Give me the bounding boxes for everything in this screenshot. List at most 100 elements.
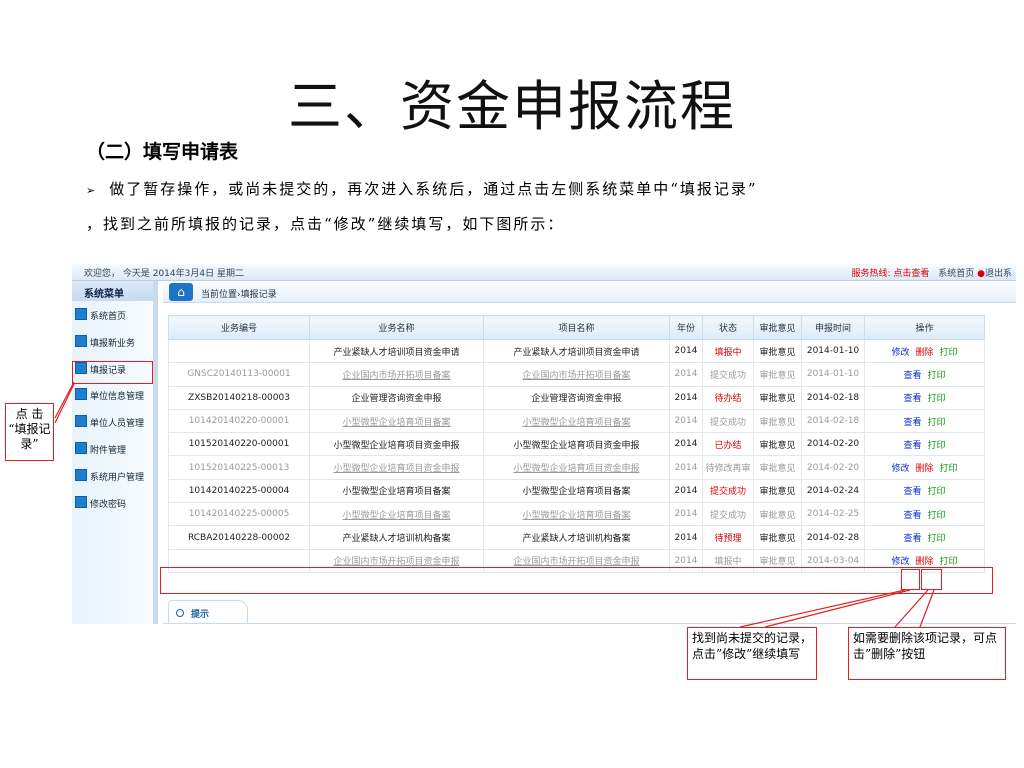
sidebar-item[interactable]: 系统用户管理 bbox=[72, 462, 153, 489]
view-link[interactable]: 查看 bbox=[903, 371, 921, 381]
callout-edit-note: 找到尚未提交的记录，点击”修改”继续填写 bbox=[687, 627, 817, 680]
cell-actions: 查看 打印 bbox=[864, 362, 985, 387]
cell-project: 小型微型企业培育项目备案 bbox=[483, 478, 670, 504]
cell-name: 企业管理咨询资金申报 bbox=[309, 385, 484, 410]
menu-square-icon bbox=[75, 388, 87, 401]
home-icon[interactable]: ⌂ bbox=[169, 283, 193, 301]
breadcrumb: 当前位置›填报记录 bbox=[201, 290, 277, 300]
highlight-edit bbox=[901, 569, 920, 590]
cell-opinion[interactable]: 审批意见 bbox=[753, 338, 802, 364]
print-link[interactable]: 打印 bbox=[940, 464, 958, 474]
cell-date: 2014-02-20 bbox=[801, 432, 865, 457]
menu-square-icon bbox=[75, 495, 87, 508]
sidebar-item[interactable]: 修改密码 bbox=[72, 489, 153, 516]
table-row: GNSC20140113-00001 企业国内市场开拓项目备案 企业国内市场开拓项目… bbox=[168, 362, 985, 387]
delete-link[interactable]: 删除 bbox=[915, 348, 933, 358]
column-header: 项目名称 bbox=[483, 315, 670, 340]
delete-link[interactable]: 删除 bbox=[915, 557, 933, 567]
cell-opinion[interactable]: 审批意见 bbox=[753, 385, 802, 410]
print-link[interactable]: 打印 bbox=[928, 441, 946, 451]
bullet-icon: ➢ bbox=[86, 184, 98, 197]
tab-hint[interactable]: 提示 bbox=[168, 600, 248, 624]
edit-link[interactable]: 修改 bbox=[891, 348, 909, 358]
exit-link[interactable]: 退出系 bbox=[985, 269, 1012, 279]
view-link[interactable]: 查看 bbox=[903, 511, 921, 521]
edit-link[interactable]: 修改 bbox=[891, 464, 909, 474]
cell-id: GNSC20140113-00001 bbox=[168, 362, 310, 387]
column-header: 状态 bbox=[702, 315, 754, 340]
sidebar-item[interactable]: 单位人员管理 bbox=[72, 408, 153, 435]
view-link[interactable]: 查看 bbox=[903, 534, 921, 544]
edit-link[interactable]: 修改 bbox=[891, 557, 909, 567]
print-link[interactable]: 打印 bbox=[928, 371, 946, 381]
cell-actions: 查看 打印 bbox=[864, 432, 985, 457]
callout-records-note: 点 击 “填报记录” bbox=[5, 403, 54, 461]
print-link[interactable]: 打印 bbox=[928, 418, 946, 428]
cell-date: 2014-02-18 bbox=[801, 408, 865, 434]
sidebar-item[interactable]: 附件管理 bbox=[72, 435, 153, 462]
menu-title: 系统菜单 bbox=[72, 281, 153, 301]
print-link[interactable]: 打印 bbox=[940, 348, 958, 358]
slide-subtitle: （二）填写申请表 bbox=[86, 141, 239, 163]
cell-actions: 查看 打印 bbox=[864, 408, 985, 434]
table-row: 101420140225-00004 小型微型企业培育项目备案 小型微型企业培育项目… bbox=[168, 478, 985, 504]
cell-actions: 查看 打印 bbox=[864, 525, 985, 550]
column-header: 业务名称 bbox=[309, 315, 484, 340]
cell-opinion[interactable]: 审批意见 bbox=[753, 478, 802, 504]
cell-status: 提交成功 bbox=[702, 502, 754, 527]
cell-status: 待预理 bbox=[702, 525, 754, 550]
table-row: 101420140225-00005 小型微型企业培育项目备案 小型微型企业培育项目… bbox=[168, 502, 985, 527]
divider bbox=[163, 623, 1016, 624]
print-link[interactable]: 打印 bbox=[928, 394, 946, 404]
print-link[interactable]: 打印 bbox=[940, 557, 958, 567]
cell-id: 101520140225-00013 bbox=[168, 455, 310, 480]
print-link[interactable]: 打印 bbox=[928, 534, 946, 544]
cell-actions: 查看 打印 bbox=[864, 478, 985, 504]
table-row: ZXSB20140218-00003 企业管理咨询资金申报 企业管理咨询资金申报 20… bbox=[168, 385, 985, 410]
menu-square-icon bbox=[75, 441, 87, 454]
cell-project: 企业管理咨询资金申报 bbox=[483, 385, 670, 410]
exit-icon[interactable]: ● bbox=[977, 269, 985, 279]
sidebar-item-label: 附件管理 bbox=[90, 445, 127, 456]
top-bar: 欢迎您， 今天是 2014年3月4日 星期二 服务热线: 点击查看 系统首页 ●… bbox=[72, 264, 1016, 281]
cell-project: 小型微型企业培育项目资金申报 bbox=[483, 432, 670, 457]
records-table: 业务编号 业务名称 项目名称 年份 状态 审批意见 申报时间 操作 产业紧缺人才培训项目资金申… bbox=[168, 315, 985, 573]
delete-link[interactable]: 删除 bbox=[915, 464, 933, 474]
cell-name: 小型微型企业培育项目备案 bbox=[309, 408, 484, 434]
highlight-delete bbox=[921, 569, 942, 590]
welcome-text: 欢迎您， 今天是 2014年3月4日 星期二 bbox=[84, 269, 244, 279]
cell-opinion[interactable]: 审批意见 bbox=[753, 362, 802, 387]
cell-opinion[interactable]: 审批意见 bbox=[753, 455, 802, 480]
hint-label: 提示 bbox=[191, 610, 210, 620]
cell-actions: 查看 打印 bbox=[864, 502, 985, 527]
cell-name: 小型微型企业培育项目资金申报 bbox=[309, 432, 484, 457]
sidebar-item[interactable]: 填报新业务 bbox=[72, 328, 153, 355]
table-row: 101520140225-00013 小型微型企业培育项目资金申报 小型微型企业培育… bbox=[168, 455, 985, 480]
cell-year: 2014 bbox=[669, 525, 703, 550]
cell-opinion[interactable]: 审批意见 bbox=[753, 525, 802, 550]
menu-square-icon bbox=[75, 334, 87, 347]
sidebar-item[interactable]: 系统首页 bbox=[72, 301, 153, 328]
sidebar: 系统菜单 系统首页 填报新业务 填报记录 单位信息管理 单位人员管理 附件管理 系统用户管理… bbox=[72, 281, 158, 624]
cell-opinion[interactable]: 审批意见 bbox=[753, 432, 802, 457]
print-link[interactable]: 打印 bbox=[928, 511, 946, 521]
view-link[interactable]: 查看 bbox=[903, 441, 921, 451]
view-link[interactable]: 查看 bbox=[903, 487, 921, 497]
view-link[interactable]: 查看 bbox=[903, 418, 921, 428]
cell-year: 2014 bbox=[669, 338, 703, 364]
cell-year: 2014 bbox=[669, 502, 703, 527]
home-link[interactable]: 系统首页 bbox=[938, 269, 974, 279]
column-header: 审批意见 bbox=[753, 315, 802, 340]
view-link[interactable]: 查看 bbox=[903, 394, 921, 404]
instruction-text-1: 做了暂存操作，或尚未提交的，再次进入系统后，通过点击左侧系统菜单中“填报记录” bbox=[109, 180, 758, 198]
hotline-link[interactable]: 服务热线: 点击查看 bbox=[851, 269, 929, 279]
cell-year: 2014 bbox=[669, 432, 703, 457]
print-link[interactable]: 打印 bbox=[928, 487, 946, 497]
cell-date: 2014-02-18 bbox=[801, 385, 865, 410]
cell-date: 2014-01-10 bbox=[801, 362, 865, 387]
sidebar-item[interactable]: 单位信息管理 bbox=[72, 381, 153, 408]
cell-project: 产业紧缺人才培训项目资金申请 bbox=[483, 338, 670, 364]
cell-opinion[interactable]: 审批意见 bbox=[753, 502, 802, 527]
slide-title: 三、资金申报流程 bbox=[288, 75, 736, 138]
cell-opinion[interactable]: 审批意见 bbox=[753, 408, 802, 434]
